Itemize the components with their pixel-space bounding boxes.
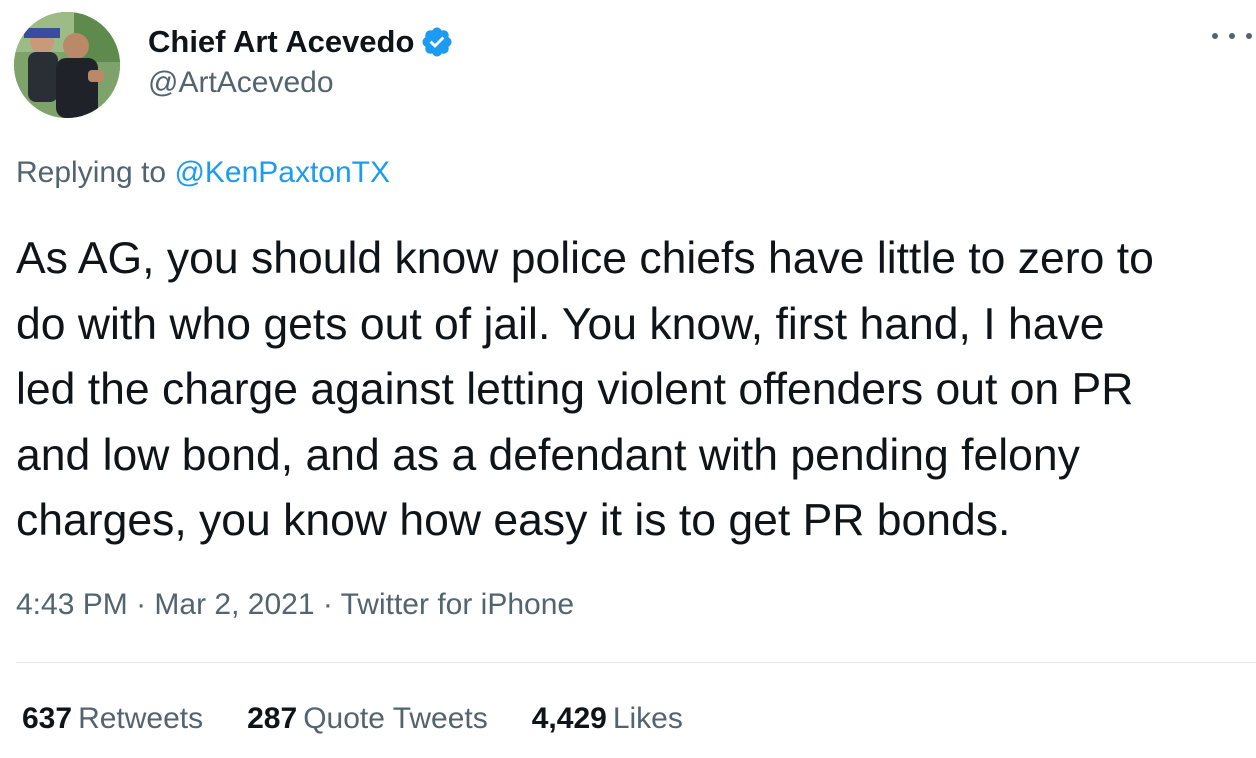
replying-to-prefix: Replying to [16, 156, 167, 189]
likes-label: Likes [612, 702, 683, 735]
more-dot [1246, 33, 1252, 39]
author-display-name[interactable]: Chief Art Acevedo [148, 24, 414, 60]
retweets-label: Retweets [78, 702, 204, 735]
meta-separator: · [136, 588, 155, 621]
quote-tweets-stat[interactable]: 287 Quote Tweets [247, 702, 488, 736]
quote-tweets-count: 287 [247, 702, 298, 735]
more-dot [1212, 33, 1218, 39]
retweets-count: 637 [22, 702, 73, 735]
tweet-text-line: charges, you know how easy it is to get … [16, 496, 1011, 545]
divider [16, 662, 1256, 663]
retweets-stat[interactable]: 637 Retweets [22, 702, 203, 736]
tweet-date[interactable]: Mar 2, 2021 [154, 588, 314, 621]
author-handle[interactable]: @ArtAcevedo [148, 66, 454, 100]
tweet-text-line: do with who gets out of jail. You know, … [16, 299, 1105, 349]
author-block: Chief Art Acevedo @ArtAcevedo [148, 22, 454, 100]
tweet-source[interactable]: Twitter for iPhone [341, 588, 574, 621]
meta-separator: · [322, 588, 341, 621]
likes-count: 4,429 [531, 702, 607, 735]
tweet-card: Chief Art Acevedo @ArtAcevedo Replying t… [0, 0, 1256, 758]
tweet-meta: 4:43 PM · Mar 2, 2021 · Twitter for iPho… [16, 588, 574, 622]
tweet-text: As AG, you should know police chiefs hav… [16, 226, 1252, 554]
likes-stat[interactable]: 4,429 Likes [532, 702, 683, 736]
verified-badge-icon [420, 25, 454, 59]
tweet-text-line: and low bond, and as a defendant with pe… [16, 430, 1080, 480]
avatar-photo [14, 12, 120, 118]
tweet-text-line: As AG, you should know police chiefs hav… [16, 234, 1154, 283]
replying-to-handle-link[interactable]: @KenPaxtonTX [174, 156, 390, 189]
more-options-icon[interactable] [1212, 24, 1252, 48]
quote-tweets-label: Quote Tweets [303, 702, 488, 735]
avatar[interactable] [14, 12, 120, 118]
more-dot [1229, 33, 1235, 39]
tweet-time[interactable]: 4:43 PM [16, 588, 128, 621]
replying-to: Replying to @KenPaxtonTX [16, 156, 390, 190]
tweet-text-line: led the charge against letting violent o… [16, 365, 1134, 414]
author-name-row: Chief Art Acevedo [148, 22, 454, 62]
tweet-stats: 637 Retweets 287 Quote Tweets 4,429 Likes [22, 702, 683, 736]
